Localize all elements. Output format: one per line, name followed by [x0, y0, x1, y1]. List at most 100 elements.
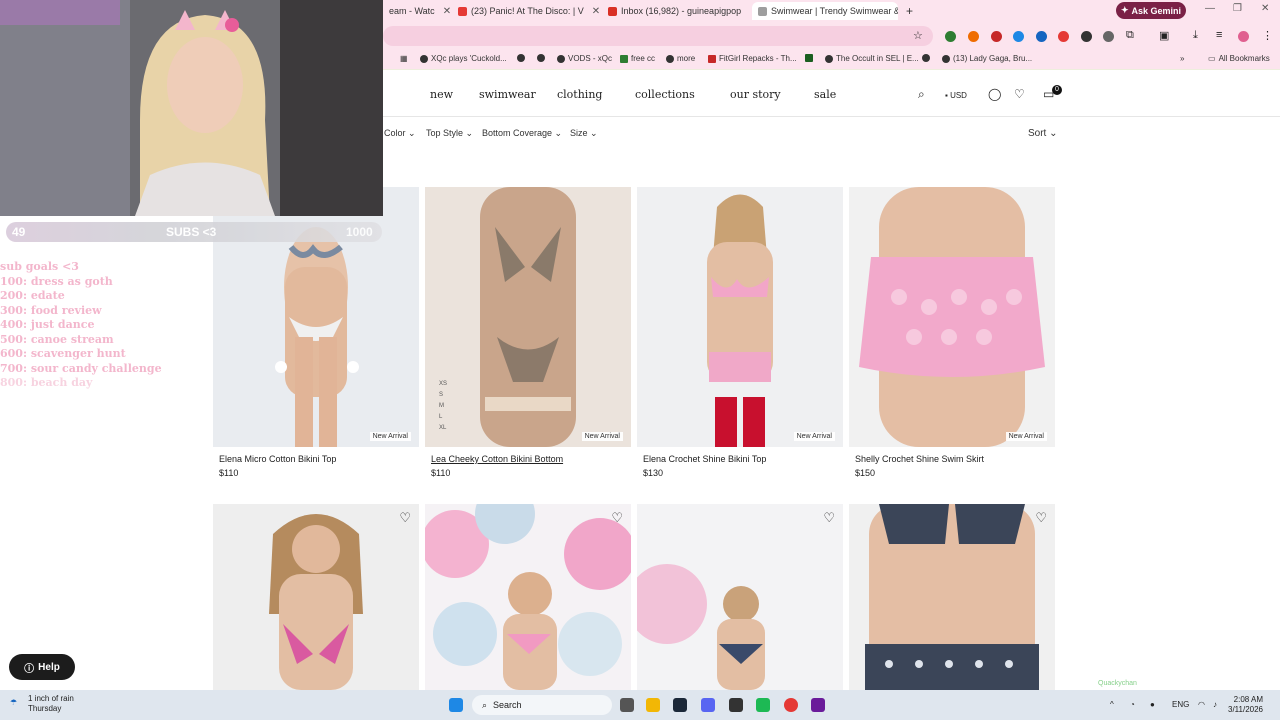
nav-collections[interactable]: collections [635, 88, 695, 101]
nav-our-story[interactable]: our story [730, 88, 781, 101]
nav-swimwear[interactable]: swimwear [479, 88, 536, 101]
size-option[interactable]: XL [439, 423, 447, 434]
nav-new[interactable]: new [430, 88, 453, 101]
bookmark-item[interactable]: free cc [620, 54, 655, 63]
product-image[interactable]: New Arrival [637, 187, 843, 447]
extension-icon[interactable] [1036, 31, 1047, 42]
product-name[interactable]: Shelly Crochet Shine Swim Skirt [855, 454, 984, 464]
sort-dropdown[interactable]: Sort ⌄ [1028, 128, 1058, 139]
product-image[interactable]: ♡ [637, 504, 843, 690]
file-explorer-icon[interactable] [646, 698, 660, 712]
bookmark-item[interactable] [537, 54, 545, 62]
bookmark-apps-icon[interactable]: ▦ [400, 54, 408, 63]
close-window-icon[interactable]: ✕ [1261, 3, 1269, 14]
volume-icon[interactable]: ♪ [1213, 700, 1217, 709]
discord-icon[interactable] [701, 698, 715, 712]
close-icon[interactable]: ✕ [749, 6, 750, 17]
help-button[interactable]: ⓘ Help [9, 654, 75, 680]
app-icon[interactable] [811, 698, 825, 712]
all-bookmarks[interactable]: ▭ All Bookmarks [1208, 54, 1270, 63]
task-view-icon[interactable] [620, 698, 634, 712]
minimize-icon[interactable]: — [1205, 3, 1215, 14]
product-name[interactable]: Elena Crochet Shine Bikini Top [643, 454, 766, 464]
tray-overflow-icon[interactable]: ^ [1110, 700, 1114, 709]
windows-start-icon[interactable] [449, 698, 463, 712]
bookmark-item[interactable]: The Occult in SEL | E... [825, 54, 919, 63]
product-image[interactable]: ♡ [849, 504, 1055, 690]
close-icon[interactable]: ✕ [443, 6, 451, 17]
weather-icon[interactable]: ☂ [10, 698, 17, 707]
bookmark-item[interactable] [805, 54, 813, 62]
product-name[interactable]: Lea Cheeky Cotton Bikini Bottom [431, 454, 563, 464]
wishlist-heart-icon[interactable]: ♡ [399, 510, 411, 526]
maximize-icon[interactable]: ❐ [1233, 3, 1242, 14]
close-icon[interactable]: ✕ [592, 6, 600, 17]
nav-clothing[interactable]: clothing [557, 88, 602, 101]
bookmark-item[interactable] [922, 54, 930, 62]
address-bar[interactable] [383, 26, 933, 46]
bookmark-item[interactable]: FitGirl Repacks - Th... [708, 54, 797, 63]
ask-gemini-button[interactable]: ✦ Ask Gemini [1116, 2, 1186, 19]
bookmark-item[interactable]: XQc plays 'Cuckold... [420, 54, 507, 63]
mic-icon[interactable]: ● [1150, 700, 1155, 709]
language-indicator[interactable]: ENG [1172, 700, 1189, 709]
product-image[interactable]: XS S M L XL New Arrival [425, 187, 631, 447]
new-tab-button[interactable]: + [900, 2, 919, 20]
chrome-icon[interactable] [784, 698, 798, 712]
bookmark-item[interactable]: more [666, 54, 695, 63]
size-list: XS S M L XL [439, 379, 447, 434]
bookmark-icon [805, 54, 813, 62]
star-icon[interactable]: ☆ [913, 29, 923, 42]
extension-icon[interactable] [1081, 31, 1092, 42]
product-name[interactable]: Elena Micro Cotton Bikini Top [219, 454, 336, 464]
filter-top-style[interactable]: Top Style ⌄ [426, 128, 473, 139]
tab-title: Inbox (16,982) - guineapigpop [621, 6, 742, 16]
extension-icon[interactable] [1103, 31, 1114, 42]
wifi-icon[interactable]: ◠ [1198, 700, 1205, 709]
browser-tab[interactable]: Inbox (16,982) - guineapigpop ✕ [602, 2, 750, 20]
filter-color[interactable]: Color ⌄ [384, 128, 416, 139]
filter-bottom-coverage[interactable]: Bottom Coverage ⌄ [482, 128, 562, 139]
size-option[interactable]: L [439, 412, 447, 423]
browser-tab[interactable]: (23) Panic! At The Disco: | V ✕ [452, 2, 600, 20]
steam-icon[interactable] [673, 698, 687, 712]
extension-icon[interactable] [1058, 31, 1069, 42]
product-image[interactable]: New Arrival [849, 187, 1055, 447]
sidepanel-icon[interactable]: ▣ [1159, 29, 1169, 42]
wishlist-heart-icon[interactable]: ♡ [1035, 510, 1047, 526]
profile-avatar[interactable] [1238, 31, 1249, 42]
extension-icon[interactable] [1013, 31, 1024, 42]
extension-icon[interactable] [945, 31, 956, 42]
browser-tab-active[interactable]: Swimwear | Trendy Swimwear & ✕ [752, 2, 898, 20]
filter-size[interactable]: Size ⌄ [570, 128, 598, 139]
size-option[interactable]: M [439, 401, 447, 412]
bookmark-item[interactable] [517, 54, 525, 62]
bookmark-item[interactable]: VODS - xQc [557, 54, 612, 63]
obs-icon[interactable] [729, 698, 743, 712]
size-option[interactable]: XS [439, 379, 447, 390]
extension-icon[interactable] [968, 31, 979, 42]
currency-selector[interactable]: ▪ USD [945, 91, 967, 100]
more-vert-icon[interactable]: ⋮ [1262, 29, 1273, 42]
network-icon[interactable]: ◔ [1130, 700, 1135, 709]
bookmark-item[interactable]: (13) Lady Gaga, Bru... [942, 54, 1032, 63]
product-image[interactable]: ♡ [425, 504, 631, 690]
puzzle-icon[interactable]: ⧉ [1126, 29, 1134, 42]
nav-sale[interactable]: sale [814, 88, 836, 101]
download-icon[interactable]: ⤓ [1193, 29, 1198, 42]
product-image[interactable]: ♡ [213, 504, 419, 690]
account-icon[interactable]: ◯ [988, 87, 1001, 101]
menu-icon[interactable]: ≡ [1216, 29, 1222, 41]
wishlist-heart-icon[interactable]: ♡ [611, 510, 623, 526]
size-option[interactable]: S [439, 390, 447, 401]
extension-icon[interactable] [991, 31, 1002, 42]
bookmarks-overflow-icon[interactable]: » [1180, 54, 1184, 63]
taskbar-clock[interactable]: 2:08 AM 3/11/2026 [1228, 695, 1263, 715]
wishlist-heart-icon[interactable]: ♡ [823, 510, 835, 526]
browser-tab[interactable]: eam - Watc ✕ [383, 2, 451, 20]
weather-widget[interactable]: 1 inch of rain Thursday [28, 694, 74, 714]
search-icon[interactable]: ⌕ [918, 87, 925, 102]
wishlist-icon[interactable]: ♡ [1014, 87, 1025, 101]
taskbar-search[interactable]: ⌕ Search [472, 695, 612, 715]
app-icon[interactable] [756, 698, 770, 712]
